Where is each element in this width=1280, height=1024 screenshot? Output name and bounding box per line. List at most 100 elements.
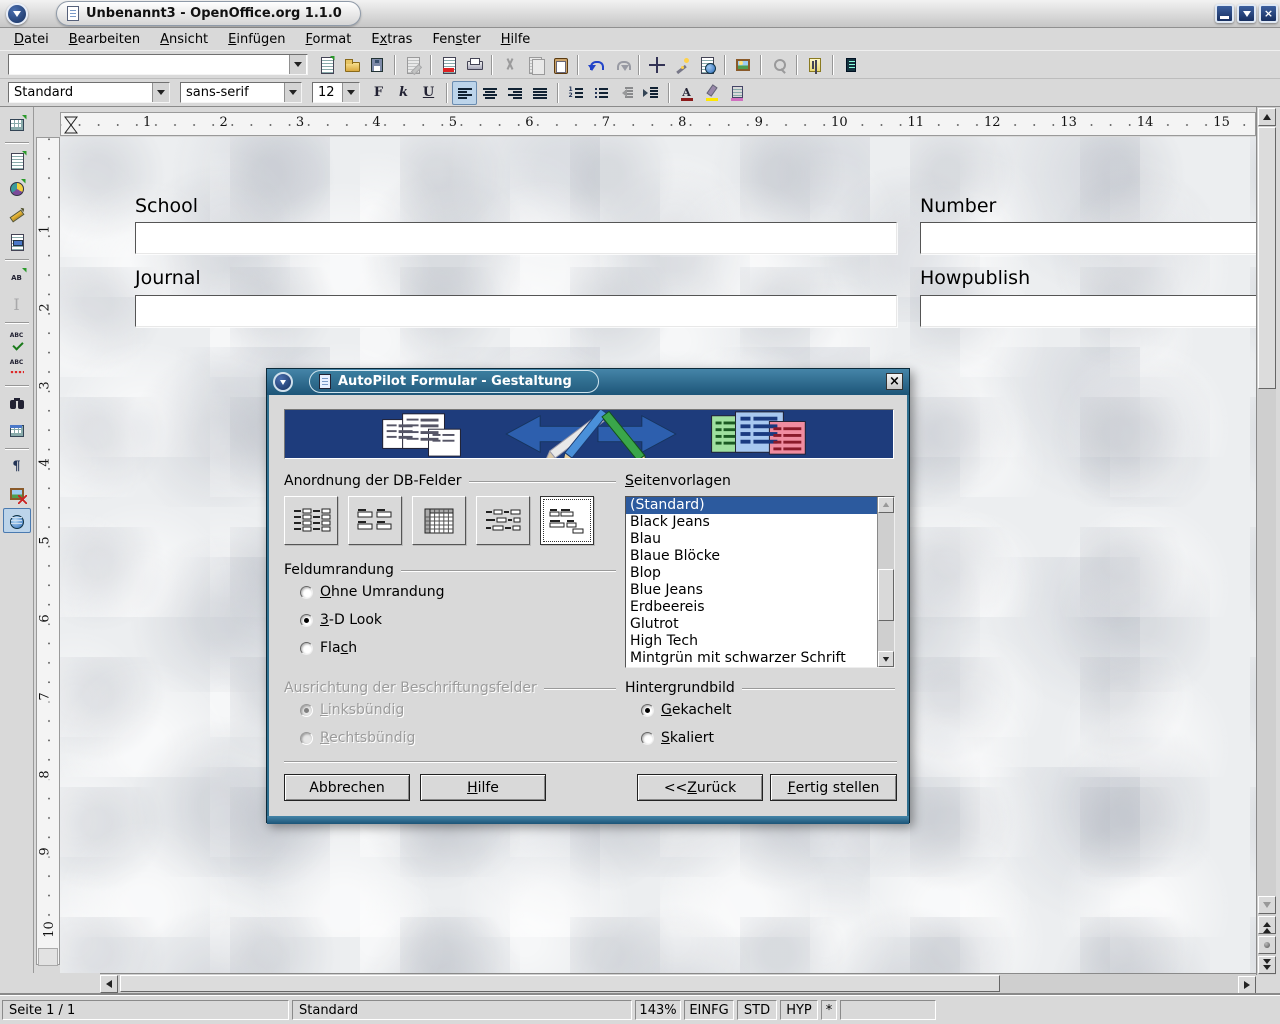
radio-flach[interactable]: Flach <box>300 640 357 656</box>
paste-icon[interactable] <box>547 53 572 77</box>
underline-icon[interactable]: U <box>416 81 441 105</box>
arrangement-blocks-labels-left-button[interactable] <box>476 496 530 545</box>
radio-gekachelt[interactable]: Gekachelt <box>641 702 731 718</box>
arrangement-columns-labels-top-button[interactable] <box>348 496 402 545</box>
graphics-onoff-icon[interactable] <box>3 481 31 506</box>
scroll-up-icon[interactable] <box>1258 108 1276 126</box>
page-style-item-erdbeereis[interactable]: Erdbeereis <box>626 599 877 616</box>
database-fields-icon[interactable] <box>838 53 863 77</box>
style-dropdown-icon[interactable] <box>152 83 169 102</box>
paragraph-style-combo[interactable]: Standard <box>8 82 170 103</box>
zoom-icon[interactable] <box>766 53 791 77</box>
scroll-right-icon[interactable] <box>1238 976 1256 994</box>
scroll-down-icon[interactable] <box>1258 896 1276 914</box>
status-insert-mode[interactable]: EINFG <box>684 1000 734 1020</box>
edit-file-icon[interactable] <box>400 53 425 77</box>
decrease-indent-icon[interactable] <box>613 81 638 105</box>
print-file-icon[interactable] <box>461 53 486 77</box>
minimize-button[interactable] <box>1215 4 1234 23</box>
font-name-combo[interactable]: sans-serif <box>180 82 302 103</box>
spellcheck-icon[interactable]: ABC <box>3 328 31 353</box>
radio-icon[interactable] <box>300 614 313 627</box>
page-style-item-high-tech[interactable]: High Tech <box>626 633 877 650</box>
align-justify-icon[interactable] <box>527 81 552 105</box>
margin-marker-icon[interactable] <box>63 115 79 135</box>
autotext-icon[interactable]: AB <box>3 265 31 290</box>
insert-section-icon[interactable] <box>3 148 31 173</box>
vertical-scroll-thumb[interactable] <box>1258 127 1276 389</box>
menu-item-fenster[interactable]: Fenster <box>422 30 490 49</box>
bullet-list-icon[interactable] <box>588 81 613 105</box>
page-styles-listbox[interactable]: (Standard)Black JeansBlauBlaue BlöckeBlo… <box>625 496 895 668</box>
text-field-number[interactable] <box>920 222 1256 254</box>
list-scroll-down-icon[interactable] <box>878 651 894 667</box>
cancel-button[interactable]: Abbrechen <box>284 774 410 801</box>
page-style-item-standard[interactable]: (Standard) <box>626 497 877 514</box>
finish-button[interactable]: Fertig stellen <box>770 774 897 801</box>
stylist-icon[interactable] <box>669 53 694 77</box>
url-combo[interactable] <box>8 54 308 75</box>
next-page-icon[interactable] <box>1258 956 1276 974</box>
undo-icon[interactable] <box>583 53 608 77</box>
italic-icon[interactable]: k <box>391 81 416 105</box>
align-center-icon[interactable] <box>477 81 502 105</box>
arrangement-datasheet-button[interactable] <box>412 496 466 545</box>
shade-button[interactable] <box>1237 4 1256 23</box>
page-style-item-blau[interactable]: Blau <box>626 531 877 548</box>
status-page[interactable]: Seite 1 / 1 <box>2 1000 289 1020</box>
align-right-icon[interactable] <box>502 81 527 105</box>
page-style-item-blop[interactable]: Blop <box>626 565 877 582</box>
dialog-title-bar[interactable]: AutoPilot Formular - Gestaltung × <box>267 369 909 395</box>
radio-skaliert[interactable]: Skaliert <box>641 730 714 746</box>
increase-indent-icon[interactable] <box>638 81 663 105</box>
status-zoom[interactable]: 143% <box>635 1000 681 1020</box>
dialog-close-icon[interactable]: × <box>886 373 903 390</box>
size-dropdown-icon[interactable] <box>342 83 359 102</box>
draw-functions-icon[interactable] <box>3 202 31 227</box>
insert-objects-icon[interactable] <box>3 175 31 200</box>
find-replace-icon[interactable] <box>3 391 31 416</box>
font-size-combo[interactable]: 12 <box>312 82 360 103</box>
text-field-journal[interactable] <box>135 295 897 327</box>
arrangement-columns-labels-left-button[interactable] <box>284 496 338 545</box>
previous-page-icon[interactable] <box>1258 916 1276 934</box>
horizontal-scroll-thumb[interactable] <box>120 975 1000 992</box>
status-selection-mode[interactable]: STD <box>737 1000 777 1020</box>
text-field-school[interactable] <box>135 222 897 254</box>
open-document-icon[interactable] <box>339 53 364 77</box>
vertical-ruler[interactable]: 12345678910 <box>36 137 60 965</box>
page-style-item-mintgr-n-mit-schwarzer-schrift[interactable]: Mintgrün mit schwarzer Schrift <box>626 650 877 667</box>
gallery-icon[interactable] <box>730 53 755 77</box>
copy-icon[interactable] <box>522 53 547 77</box>
window-title-tab[interactable]: Unbenannt3 - OpenOffice.org 1.1.0 <box>56 1 361 26</box>
page-style-item-blue-jeans[interactable]: Blue Jeans <box>626 582 877 599</box>
menu-item-hilfe[interactable]: Hilfe <box>491 30 541 49</box>
close-button[interactable]: × <box>1259 4 1278 23</box>
radio-icon[interactable] <box>641 732 654 745</box>
insert-table-icon[interactable] <box>3 112 31 137</box>
menu-item-format[interactable]: Format <box>296 30 362 49</box>
export-pdf-icon[interactable] <box>436 53 461 77</box>
data-sources-icon[interactable] <box>3 418 31 443</box>
autospellcheck-icon[interactable]: ABC <box>3 355 31 380</box>
highlighting-icon[interactable] <box>699 81 724 105</box>
dialog-menu-button[interactable] <box>273 372 293 392</box>
radio-icon[interactable] <box>300 586 313 599</box>
online-layout-icon[interactable] <box>3 508 31 533</box>
font-color-icon[interactable]: A <box>674 81 699 105</box>
arrangement-blocks-labels-top-button[interactable] <box>540 496 594 545</box>
form-functions-icon[interactable] <box>3 229 31 254</box>
navigation-dot-icon[interactable] <box>1258 936 1276 954</box>
scroll-left-icon[interactable] <box>100 975 118 993</box>
page-style-item-blaue-bl-cke[interactable]: Blaue Blöcke <box>626 548 877 565</box>
direct-cursor-icon[interactable]: I <box>3 292 31 317</box>
page-style-item-glutrot[interactable]: Glutrot <box>626 616 877 633</box>
font-dropdown-icon[interactable] <box>284 83 301 102</box>
list-scrollbar[interactable] <box>877 497 894 667</box>
bold-icon[interactable]: F <box>366 81 391 105</box>
menu-item-ansicht[interactable]: Ansicht <box>150 30 218 49</box>
menu-item-bearbeiten[interactable]: Bearbeiten <box>59 30 150 49</box>
redo-icon[interactable] <box>608 53 633 77</box>
radio-3-d-look[interactable]: 3-D Look <box>300 612 382 628</box>
url-input[interactable] <box>9 55 289 74</box>
